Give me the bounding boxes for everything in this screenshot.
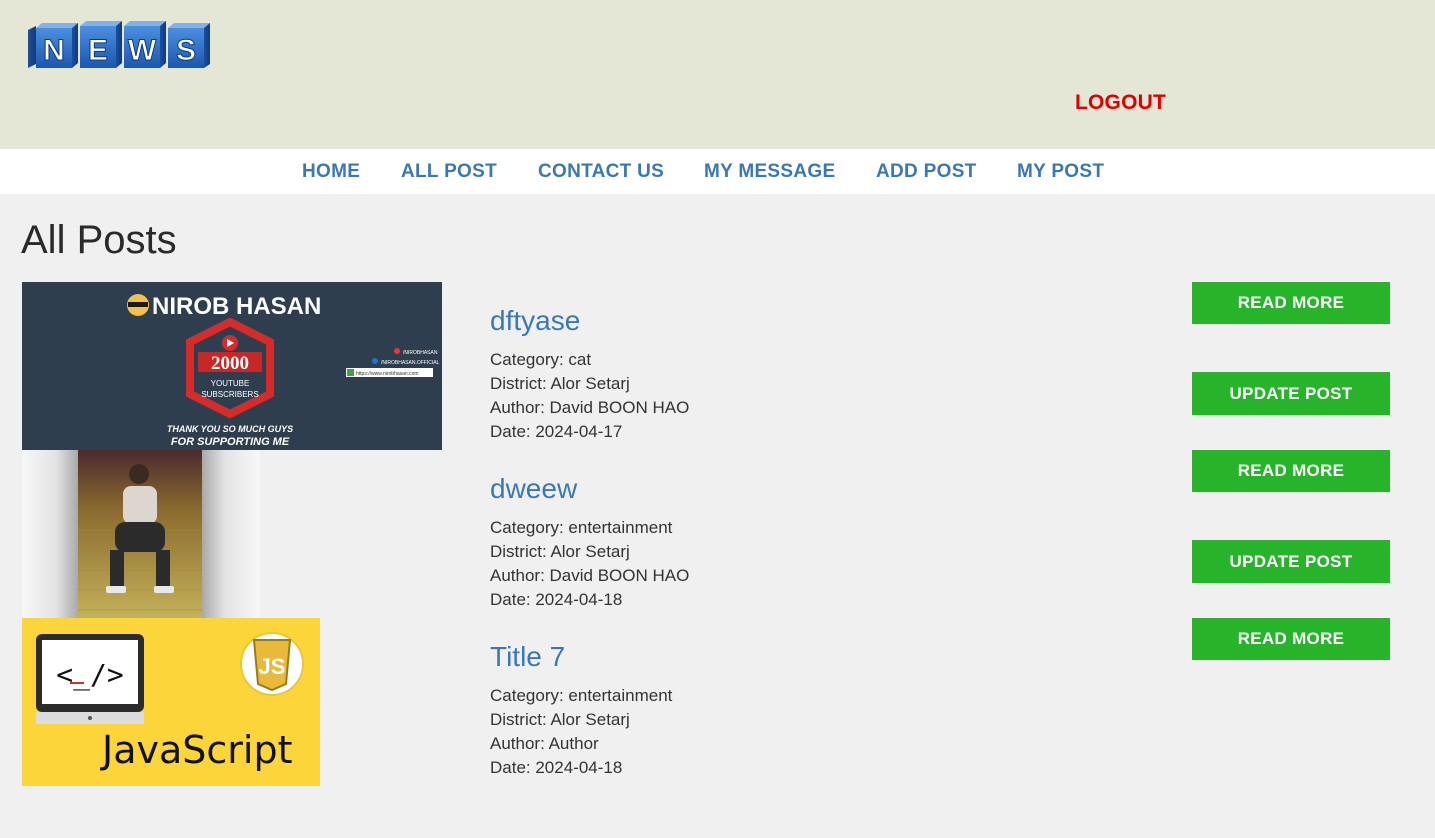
post-1-title[interactable]: dftyase [490,305,580,337]
post-thumbnail-1[interactable]: NIROB HASAN 2000 YOUTUBE SUBSCRIBERS /NI… [22,282,442,450]
post-thumbnail-3[interactable]: <_/> JS JavaScript [22,618,320,786]
post-1-date: Date: 2024-04-17 [490,422,623,441]
banner-badge-line1: YOUTUBE [211,379,250,388]
banner-social-3: https://www.nirobhasan.com [356,371,419,377]
nav-item-all-post[interactable]: ALL POST [401,161,497,183]
nav-item-my-post[interactable]: MY POST [1017,161,1104,183]
site-header: N E W S LOGOUT [0,0,1435,149]
nav-item-home[interactable]: HOME [302,161,360,183]
banner-footer-line2: FOR SUPPORTING ME [171,436,290,448]
post-2-read-more-button[interactable]: READ MORE [1192,450,1390,492]
logo-letter-e: E [88,34,108,67]
banner-count: 2000 [211,353,249,374]
post-2-date: Date: 2024-04-18 [490,590,623,609]
js-badge-text: JS [259,654,286,679]
banner-social-2: /NIROBHASAN.OFFICIAL [381,360,440,366]
post-1-update-post-button[interactable]: UPDATE POST [1192,372,1390,415]
post-1-read-more-button[interactable]: READ MORE [1192,282,1390,324]
post-3-category: Category: entertainment [490,686,673,705]
post-1-author: Author: David BOON HAO [490,398,690,417]
logo-letter-n: N [43,34,65,67]
post-2-title[interactable]: dweew [490,473,577,505]
post-3-district: District: Alor Setarj [490,710,630,729]
banner-badge-line2: SUBSCRIBERS [201,390,258,399]
banner-name: NIROB HASAN [152,293,321,320]
post-thumbnail-2[interactable] [22,450,260,618]
post-2-author: Author: David BOON HAO [490,566,690,585]
post-1-district: District: Alor Setarj [490,374,630,393]
logo-letter-w: W [128,34,157,67]
post-3-read-more-button[interactable]: READ MORE [1192,618,1390,660]
post-3-date: Date: 2024-04-18 [490,758,623,777]
nav-item-my-message[interactable]: MY MESSAGE [704,161,835,183]
post-2-district: District: Alor Setarj [490,542,630,561]
js-label: JavaScript [100,728,292,772]
main-nav: HOME ALL POST CONTACT US MY MESSAGE ADD … [0,149,1435,194]
post-3-author: Author: Author [490,734,599,753]
js-code-glyph: <_/> [56,658,123,692]
banner-social-1: /NIROBHASAN [403,350,438,356]
news-logo[interactable]: N E W S [28,20,214,76]
logo-letter-s: S [176,34,196,67]
nav-item-add-post[interactable]: ADD POST [876,161,977,183]
post-2-update-post-button[interactable]: UPDATE POST [1192,540,1390,583]
nav-item-contact-us[interactable]: CONTACT US [538,161,664,183]
post-2-category: Category: entertainment [490,518,673,537]
banner-footer-line1: THANK YOU SO MUCH GUYS [167,424,293,434]
page-title: All Posts [21,218,177,262]
post-3-title[interactable]: Title 7 [490,641,565,673]
post-1-category: Category: cat [490,350,592,369]
logout-link[interactable]: LOGOUT [1075,91,1166,115]
